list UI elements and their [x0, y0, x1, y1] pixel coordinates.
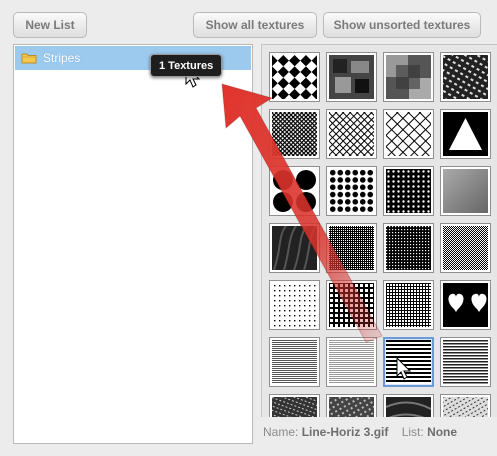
texture-tile[interactable] [326, 109, 377, 159]
folder-icon [21, 52, 37, 64]
texture-tile[interactable] [440, 280, 491, 330]
texture-tile[interactable] [383, 394, 434, 417]
texture-tile[interactable] [326, 166, 377, 216]
texture-tile[interactable] [269, 166, 320, 216]
texture-tile[interactable] [269, 394, 320, 417]
texture-tile[interactable] [269, 109, 320, 159]
texture-tile[interactable] [440, 337, 491, 387]
texture-tile[interactable] [383, 52, 434, 102]
drag-tooltip: 1 Textures [150, 54, 223, 77]
show-unsorted-textures-button[interactable]: Show unsorted textures [323, 12, 481, 38]
name-label: Name: [263, 425, 299, 439]
texture-tile[interactable] [383, 223, 434, 273]
name-value: Line-Horiz 3.gif [301, 425, 389, 439]
texture-tile[interactable] [440, 394, 491, 417]
texture-tile[interactable] [383, 280, 434, 330]
texture-tile[interactable] [326, 52, 377, 102]
status-bar: Name: Line-Horiz 3.gif List: None [263, 425, 457, 439]
texture-tile[interactable] [440, 166, 491, 216]
texture-grid [261, 44, 497, 417]
texture-tile[interactable] [269, 337, 320, 387]
texture-tile[interactable] [383, 109, 434, 159]
list-label: List: [401, 425, 424, 439]
texture-tile[interactable] [269, 52, 320, 102]
list-item-label: Stripes [43, 51, 81, 65]
list-value: None [427, 425, 458, 439]
texture-tile[interactable] [326, 280, 377, 330]
texture-tile[interactable] [440, 52, 491, 102]
texture-tile-selected[interactable] [383, 337, 434, 387]
show-all-textures-button[interactable]: Show all textures [193, 12, 317, 38]
texture-tile[interactable] [269, 280, 320, 330]
texture-tile[interactable] [440, 223, 491, 273]
texture-tile[interactable] [440, 109, 491, 159]
texture-tile[interactable] [383, 166, 434, 216]
texture-tile[interactable] [269, 223, 320, 273]
lists-panel: Stripes [13, 44, 253, 444]
texture-tile[interactable] [326, 223, 377, 273]
new-list-button[interactable]: New List [13, 12, 87, 38]
texture-tile[interactable] [326, 394, 377, 417]
texture-tile[interactable] [326, 337, 377, 387]
